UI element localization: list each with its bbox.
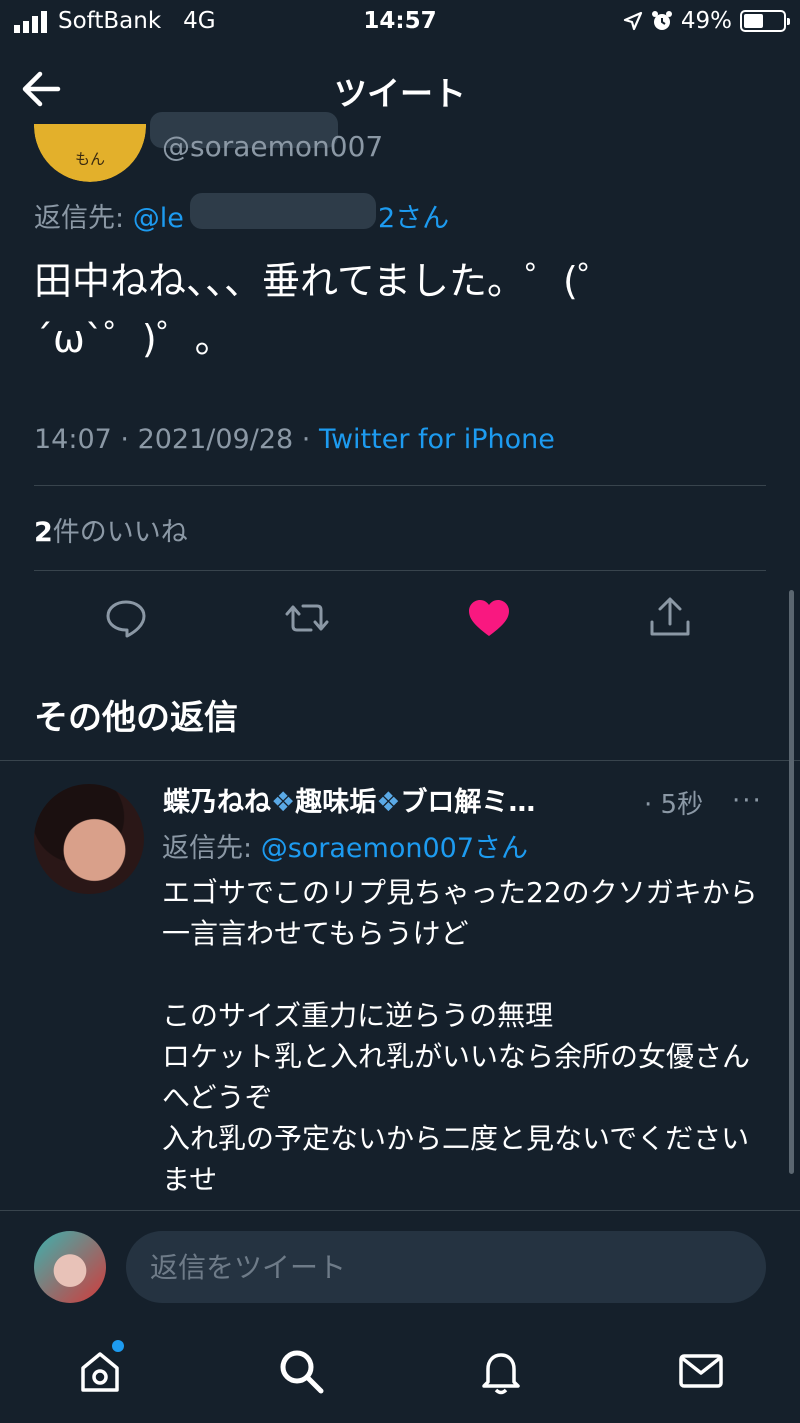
retweet-icon bbox=[285, 604, 329, 632]
tweet-time: 14:07 bbox=[34, 424, 112, 455]
reply-reply-to: 返信先: @soraemon007さん bbox=[162, 833, 528, 864]
reply-to-prefix: 返信先: bbox=[34, 203, 133, 234]
reply-text: エゴサでこのリプ見ちゃった22のクソガキから一言言わせてもらうけど このサイズ重… bbox=[162, 876, 758, 1196]
tweet-meta: 14:07 · 2021/09/28 · Twitter for iPhone bbox=[34, 424, 555, 455]
comment-icon bbox=[106, 600, 146, 638]
status-bar: SoftBank 4G 14:57 49% bbox=[0, 0, 800, 48]
home-icon bbox=[81, 1352, 119, 1392]
page-title: ツイート bbox=[334, 74, 466, 113]
tab-home[interactable] bbox=[75, 1346, 125, 1396]
reply-composer bbox=[0, 1210, 800, 1322]
heart-filled-icon bbox=[469, 600, 509, 636]
reply-to-line: 返信先: @le bbox=[34, 196, 184, 235]
avatar-logo-text: もん bbox=[74, 150, 105, 168]
butterfly-icon: ❖ bbox=[271, 787, 296, 818]
tab-messages[interactable] bbox=[676, 1346, 726, 1396]
battery-icon bbox=[740, 10, 790, 32]
reply-to-handle-end[interactable]: 2さん bbox=[378, 196, 449, 235]
scrollbar[interactable] bbox=[789, 590, 794, 1174]
more-options-icon[interactable]: ··· bbox=[732, 786, 763, 816]
divider bbox=[0, 760, 800, 761]
tweet-date: 2021/09/28 bbox=[137, 424, 294, 455]
tab-notifications[interactable] bbox=[476, 1346, 526, 1396]
reply-avatar[interactable] bbox=[34, 784, 144, 894]
user-avatar[interactable] bbox=[34, 1231, 106, 1303]
butterfly-icon: ❖ bbox=[376, 787, 401, 818]
share-icon bbox=[650, 597, 690, 636]
alarm-icon bbox=[651, 11, 672, 30]
location-icon bbox=[623, 11, 642, 31]
battery-percent: 49% bbox=[680, 8, 732, 34]
search-icon bbox=[280, 1350, 324, 1394]
divider bbox=[34, 485, 766, 486]
share-button[interactable] bbox=[646, 594, 694, 642]
divider bbox=[34, 570, 766, 571]
redacted-handle bbox=[190, 193, 376, 229]
likes-count[interactable]: 2件のいいね bbox=[34, 510, 188, 549]
like-button[interactable] bbox=[465, 594, 513, 642]
top-nav: ツイート bbox=[0, 48, 800, 130]
new-content-dot bbox=[112, 1340, 124, 1352]
section-title: その他の返信 bbox=[34, 698, 238, 738]
reply-reply-to-handle[interactable]: @soraemon007さん bbox=[261, 833, 528, 864]
reply-time: · 5秒 bbox=[644, 790, 704, 820]
reply-author-name[interactable]: 蝶乃ねね❖趣味垢❖ブロ解ミ… bbox=[163, 780, 535, 819]
author-handle[interactable]: @soraemon007 bbox=[162, 130, 383, 163]
battery-fill bbox=[744, 14, 763, 28]
tweet-text: 田中ねね、、、垂れてました。゜(゜´ω`゜)゜。 bbox=[34, 259, 616, 361]
reply-input[interactable] bbox=[126, 1231, 766, 1303]
mail-icon bbox=[679, 1354, 723, 1388]
reply-button[interactable] bbox=[102, 594, 150, 642]
bell-icon bbox=[482, 1353, 520, 1395]
bottom-tab-bar bbox=[0, 1322, 800, 1423]
status-right: 49% bbox=[623, 8, 790, 34]
tweet-source[interactable]: Twitter for iPhone bbox=[319, 424, 555, 455]
retweet-button[interactable] bbox=[283, 594, 331, 642]
tab-search[interactable] bbox=[276, 1346, 326, 1396]
reply-to-handle[interactable]: @le bbox=[133, 203, 184, 234]
